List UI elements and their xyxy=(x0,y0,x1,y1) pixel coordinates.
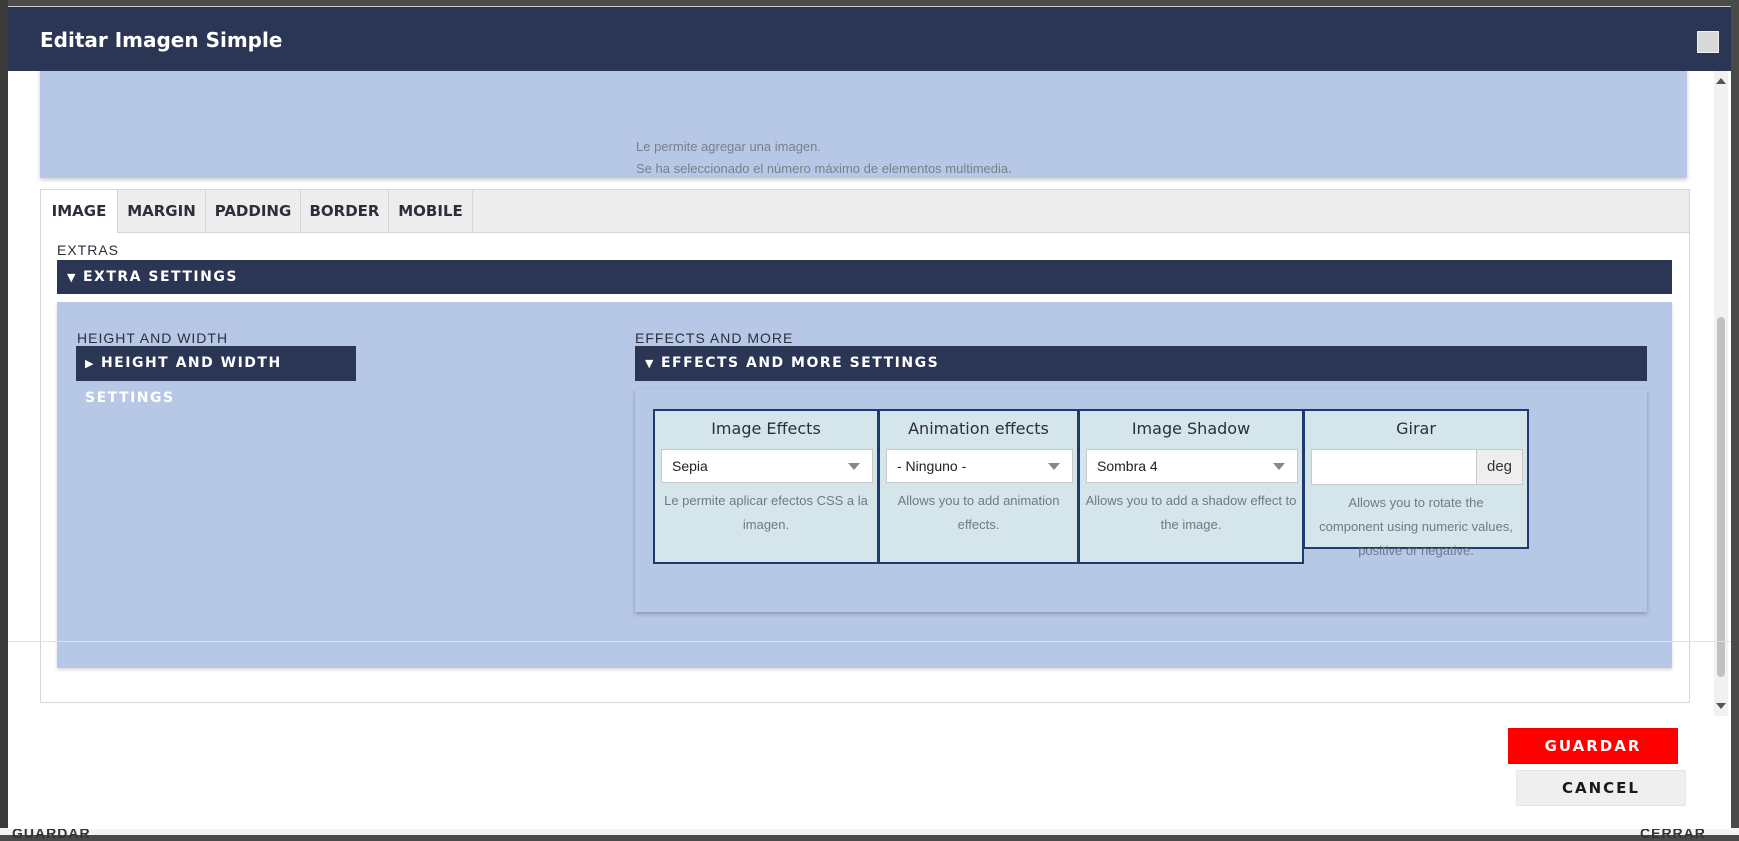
footer-divider xyxy=(8,641,1731,642)
effects-settings-label: EFFECTS AND MORE SETTINGS xyxy=(660,355,940,371)
image-effects-card: Image Effects Sepia Le permite aplicar e… xyxy=(653,409,879,564)
rotate-title: Girar xyxy=(1396,419,1436,438)
dialog-title: Editar Imagen Simple xyxy=(40,28,283,52)
triangle-down-icon: ▼ xyxy=(645,357,655,370)
effects-settings-toggle[interactable]: ▼ EFFECTS AND MORE SETTINGS xyxy=(635,346,1647,381)
rotate-degrees-input[interactable] xyxy=(1311,449,1477,485)
image-shadow-card: Image Shadow Sombra 4 Allows you to add … xyxy=(1078,409,1304,564)
tab-border[interactable]: BORDER xyxy=(301,190,389,232)
image-effects-title: Image Effects xyxy=(711,419,821,438)
scroll-down-icon[interactable] xyxy=(1716,703,1726,709)
tab-image[interactable]: IMAGE xyxy=(41,190,118,233)
extra-settings-label: EXTRA SETTINGS xyxy=(82,269,238,285)
cancel-button[interactable]: CANCEL xyxy=(1516,770,1686,806)
image-shadow-help: Allows you to add a shadow effect to the… xyxy=(1085,493,1297,532)
animation-effects-card: Animation effects - Ninguno - Allows you… xyxy=(878,409,1079,564)
chevron-down-icon xyxy=(848,463,860,470)
extras-panel: HEIGHT AND WIDTH ▶ HEIGHT AND WIDTH SETTI… xyxy=(57,302,1672,668)
extras-label: EXTRAS xyxy=(57,242,120,258)
scroll-up-icon[interactable] xyxy=(1716,78,1726,84)
chevron-down-icon xyxy=(1048,463,1060,470)
rotate-unit-addon: deg xyxy=(1477,449,1523,485)
media-help-2: Se ha seleccionado el número máximo de e… xyxy=(636,161,1012,176)
image-shadow-title: Image Shadow xyxy=(1131,419,1251,438)
effects-label: EFFECTS AND MORE xyxy=(635,330,794,346)
animation-effects-value: - Ninguno - xyxy=(897,458,967,474)
image-shadow-select[interactable]: Sombra 4 xyxy=(1086,449,1298,483)
animation-effects-select[interactable]: - Ninguno - xyxy=(886,449,1073,483)
image-effects-help: Le permite aplicar efectos CSS a la imag… xyxy=(664,493,868,532)
height-width-label: HEIGHT AND WIDTH xyxy=(77,330,229,346)
animation-effects-title: Animation effects xyxy=(908,419,1049,438)
triangle-right-icon: ▶ xyxy=(85,357,95,370)
chevron-down-icon xyxy=(1273,463,1285,470)
media-panel: Le permite agregar una imagen. Se ha sel… xyxy=(40,71,1687,178)
dialog-content: Le permite agregar una imagen. Se ha sel… xyxy=(8,71,1708,717)
tab-mobile[interactable]: MOBILE xyxy=(389,190,473,232)
height-width-settings-label: HEIGHT AND WIDTH SETTINGS xyxy=(85,355,282,406)
dialog-titlebar: Editar Imagen Simple xyxy=(8,7,1731,71)
image-effects-value: Sepia xyxy=(672,458,708,474)
edit-image-dialog: Editar Imagen Simple Le permite agregar … xyxy=(8,6,1731,829)
height-width-settings-toggle[interactable]: ▶ HEIGHT AND WIDTH SETTINGS xyxy=(76,346,356,406)
extra-settings-toggle[interactable]: ▼ EXTRA SETTINGS xyxy=(57,260,1672,294)
tab-padding[interactable]: PADDING xyxy=(206,190,301,232)
animation-effects-help: Allows you to add animation effects. xyxy=(897,493,1060,532)
content-scrollbar[interactable] xyxy=(1714,71,1728,716)
tab-bar: IMAGE MARGIN PADDING BORDER MOBILE xyxy=(41,190,1689,233)
scrollbar-thumb[interactable] xyxy=(1717,317,1725,677)
rotate-help: Allows you to rotate the component using… xyxy=(1319,495,1513,558)
save-button[interactable]: GUARDAR xyxy=(1508,728,1678,764)
close-icon[interactable] xyxy=(1697,31,1719,53)
tab-margin[interactable]: MARGIN xyxy=(118,190,206,232)
backdrop xyxy=(0,0,8,835)
rotate-card: Girar deg Allows you to rotate the compo… xyxy=(1303,409,1529,558)
image-shadow-value: Sombra 4 xyxy=(1097,458,1158,474)
image-effects-select[interactable]: Sepia xyxy=(661,449,873,483)
triangle-down-icon: ▼ xyxy=(67,271,77,284)
effects-panel: Image Effects Sepia Le permite aplicar e… xyxy=(635,389,1647,612)
media-help-1: Le permite agregar una imagen. xyxy=(636,139,822,154)
underlying-footer xyxy=(0,828,1739,835)
tabs-container: IMAGE MARGIN PADDING BORDER MOBILE EXTRA… xyxy=(40,189,1690,703)
